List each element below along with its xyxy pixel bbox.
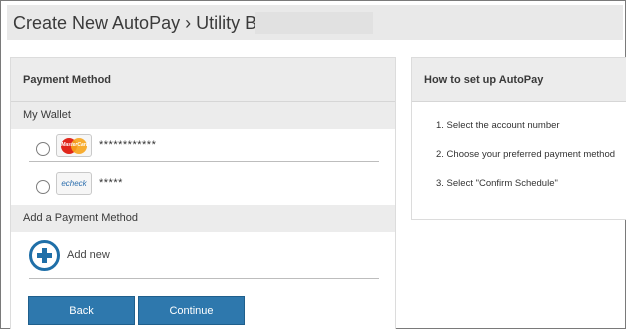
redacted-account-number	[255, 12, 373, 34]
page-header: Create New AutoPay › Utility Bill #	[7, 5, 623, 40]
mastercard-logo-icon: MasterCard	[56, 134, 92, 157]
masked-card-number: ************	[99, 139, 157, 151]
continue-button[interactable]: Continue	[138, 296, 245, 325]
add-payment-method-heading: Add a Payment Method	[11, 205, 395, 232]
payment-method-panel: Payment Method My Wallet MasterCard ****…	[10, 57, 396, 329]
window-frame: Create New AutoPay › Utility Bill # Paym…	[0, 0, 626, 329]
wallet-item-mastercard[interactable]: MasterCard ************	[29, 132, 379, 162]
echeck-logo-icon: echeck	[56, 172, 92, 195]
my-wallet-heading: My Wallet	[11, 102, 395, 129]
payment-method-heading: Payment Method	[11, 58, 395, 102]
add-new-label: Add new	[67, 249, 110, 261]
back-button[interactable]: Back	[28, 296, 135, 325]
mastercard-radio[interactable]	[36, 142, 50, 156]
page-title: Create New AutoPay › Utility Bill #	[13, 13, 285, 33]
echeck-radio[interactable]	[36, 180, 50, 194]
add-new-payment-method[interactable]: Add new	[29, 234, 379, 279]
howto-step: 1. Select the account number	[436, 120, 560, 131]
howto-step: 3. Select "Confirm Schedule"	[436, 178, 558, 189]
masked-account-number: *****	[99, 177, 123, 189]
howto-heading: How to set up AutoPay	[412, 58, 626, 102]
wallet-item-echeck[interactable]: echeck *****	[29, 170, 379, 200]
howto-step: 2. Choose your preferred payment method	[436, 149, 616, 160]
howto-panel: How to set up AutoPay 1. Select the acco…	[411, 57, 626, 220]
plus-circle-icon[interactable]	[29, 240, 60, 271]
